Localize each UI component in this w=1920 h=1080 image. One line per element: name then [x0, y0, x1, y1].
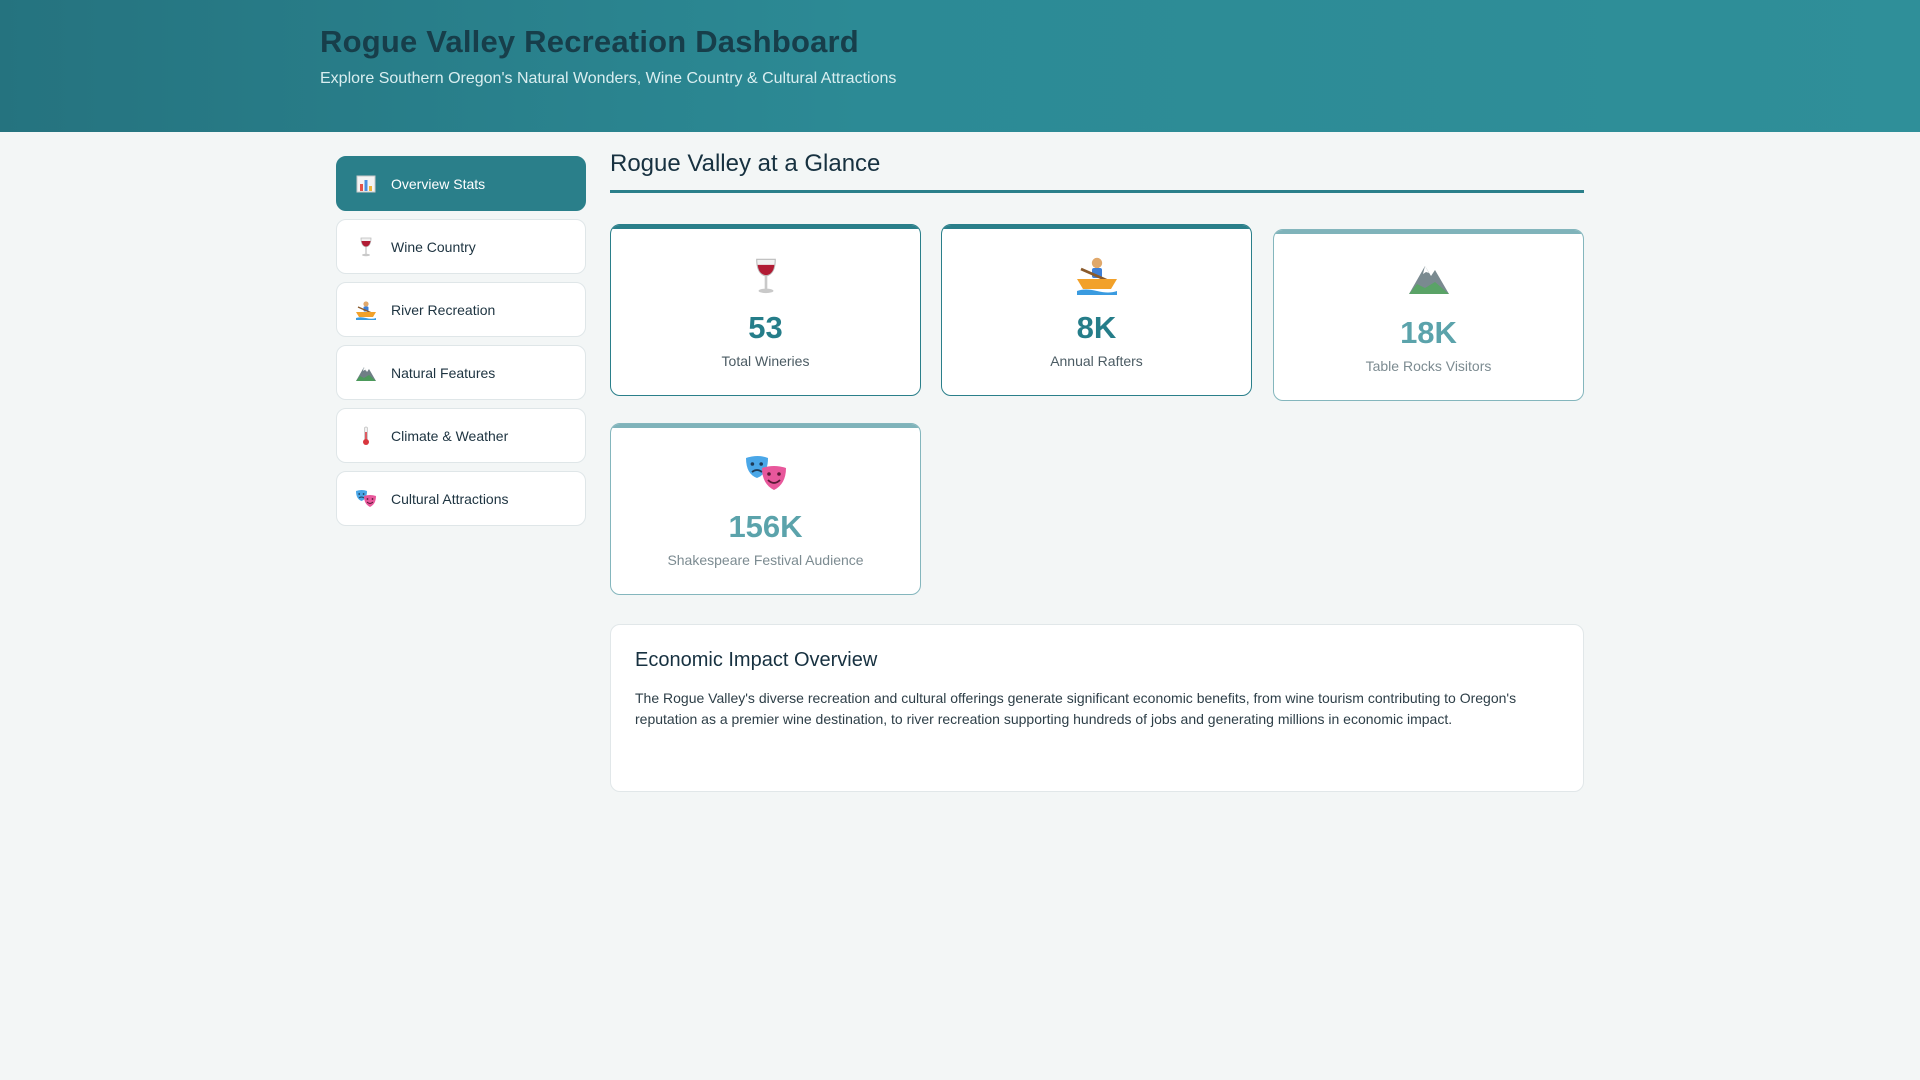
sidebar-item-wine-country[interactable]: Wine Country — [336, 219, 586, 274]
bar-chart-icon — [355, 173, 377, 195]
rowboat-icon — [355, 299, 377, 321]
stat-value: 8K — [1076, 310, 1117, 345]
section-title: Rogue Valley at a Glance — [610, 150, 1584, 193]
mountain-icon — [1274, 260, 1583, 296]
stat-label: Annual Rafters — [1050, 353, 1143, 369]
sidebar-nav: Overview Stats Wine Country River Recrea… — [336, 156, 586, 534]
thermometer-icon — [355, 425, 377, 447]
page-subtitle: Explore Southern Oregon's Natural Wonder… — [320, 70, 897, 87]
sidebar-item-label: Natural Features — [391, 364, 496, 381]
impact-text: The Rogue Valley's diverse recreation an… — [635, 690, 1517, 727]
stat-card-wineries: 53 Total Wineries — [610, 224, 921, 396]
rowboat-icon — [942, 255, 1251, 295]
stat-label: Shakespeare Festival Audience — [667, 552, 864, 568]
stat-card-table-rocks: 18K Table Rocks Visitors — [1273, 229, 1584, 401]
wine-glass-icon — [355, 236, 377, 258]
stat-card-rafters: 8K Annual Rafters — [941, 224, 1252, 396]
stat-value: 53 — [748, 310, 783, 345]
mountain-icon — [355, 362, 377, 384]
sidebar-item-river-recreation[interactable]: River Recreation — [336, 282, 586, 337]
sidebar-item-overview-stats[interactable]: Overview Stats — [336, 156, 586, 211]
sidebar-item-label: River Recreation — [391, 301, 496, 318]
theater-masks-icon — [355, 488, 377, 510]
economic-impact-panel: Economic Impact Overview The Rogue Valle… — [610, 624, 1584, 792]
sidebar-item-climate-weather[interactable]: Climate & Weather — [336, 408, 586, 463]
impact-title: Economic Impact Overview — [635, 649, 878, 671]
sidebar-item-label: Wine Country — [391, 238, 476, 255]
sidebar-item-label: Cultural Attractions — [391, 490, 509, 507]
stat-label: Total Wineries — [721, 353, 810, 369]
page-title: Rogue Valley Recreation Dashboard — [320, 24, 859, 59]
theater-masks-icon — [611, 454, 920, 494]
stat-value: 156K — [728, 509, 803, 544]
sidebar-item-cultural-attractions[interactable]: Cultural Attractions — [336, 471, 586, 526]
stat-value: 18K — [1400, 315, 1457, 350]
stat-label: Table Rocks Visitors — [1365, 358, 1492, 374]
stat-card-shakespeare: 156K Shakespeare Festival Audience — [610, 423, 921, 595]
sidebar-item-label: Climate & Weather — [391, 427, 509, 444]
wine-glass-icon — [611, 255, 920, 297]
sidebar-item-natural-features[interactable]: Natural Features — [336, 345, 586, 400]
page-header: Rogue Valley Recreation Dashboard Explor… — [0, 0, 1920, 132]
main-content: Rogue Valley at a Glance 53 Total Wineri… — [610, 150, 1584, 792]
sidebar-item-label: Overview Stats — [391, 175, 486, 192]
